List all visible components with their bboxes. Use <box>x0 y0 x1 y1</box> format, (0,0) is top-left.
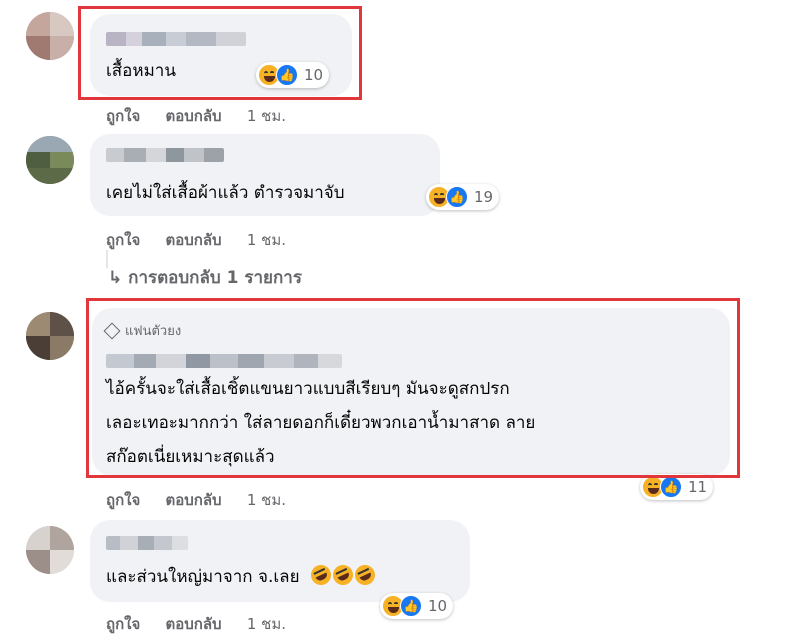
timestamp[interactable]: 1 ชม. <box>247 104 286 128</box>
timestamp[interactable]: 1 ชม. <box>247 228 286 252</box>
like-button[interactable]: ถูกใจ <box>106 104 140 128</box>
timestamp[interactable]: 1 ชม. <box>247 612 286 636</box>
avatar[interactable] <box>26 526 74 574</box>
avatar[interactable] <box>26 312 74 360</box>
reply-button[interactable]: ตอบกลับ <box>166 612 222 636</box>
comment-actions: ถูกใจ ตอบกลับ 1 ชม. <box>106 104 306 128</box>
highlight-box <box>78 6 362 100</box>
timestamp[interactable]: 1 ชม. <box>247 488 286 512</box>
reactions-summary[interactable]: 👍 19 <box>426 184 500 210</box>
reactions-summary[interactable]: 👍 10 <box>380 593 454 619</box>
like-button[interactable]: ถูกใจ <box>106 612 140 636</box>
like-icon: 👍 <box>400 595 422 617</box>
comment-text: เคยไม่ใส่เสื้อผ้าแล้ว ตำรวจมาจับ <box>106 183 345 203</box>
reply-button[interactable]: ตอบกลับ <box>166 228 222 252</box>
view-replies-link[interactable]: ↳ การตอบกลับ 1 รายการ <box>108 264 302 291</box>
like-button[interactable]: ถูกใจ <box>106 228 140 252</box>
comment-actions: ถูกใจ ตอบกลับ 1 ชม. <box>106 488 306 512</box>
like-button[interactable]: ถูกใจ <box>106 488 140 512</box>
rofl-icon <box>307 561 335 589</box>
reaction-count: 11 <box>688 478 708 496</box>
comment-text: และส่วนใหญ่มาจาก จ.เลย <box>106 561 379 592</box>
comment-text-body: และส่วนใหญ่มาจาก จ.เลย <box>106 567 300 587</box>
like-icon: 👍 <box>660 476 682 498</box>
reaction-count: 10 <box>428 597 448 615</box>
rofl-icon <box>329 561 357 589</box>
comment-actions: ถูกใจ ตอบกลับ 1 ชม. <box>106 612 306 636</box>
comment-actions: ถูกใจ ตอบกลับ 1 ชม. <box>106 228 306 252</box>
blurred-author-name[interactable] <box>106 536 188 550</box>
comment-bubble: และส่วนใหญ่มาจาก จ.เลย <box>90 520 470 602</box>
blurred-author-name[interactable] <box>106 148 224 162</box>
comment-bubble: เคยไม่ใส่เสื้อผ้าแล้ว ตำรวจมาจับ <box>90 134 440 216</box>
reaction-count: 19 <box>474 188 494 206</box>
avatar[interactable] <box>26 136 74 184</box>
reply-button[interactable]: ตอบกลับ <box>166 488 222 512</box>
avatar[interactable] <box>26 12 74 60</box>
like-icon: 👍 <box>446 186 468 208</box>
rofl-icon <box>351 561 379 589</box>
highlight-box <box>86 298 740 478</box>
reply-button[interactable]: ตอบกลับ <box>166 104 222 128</box>
